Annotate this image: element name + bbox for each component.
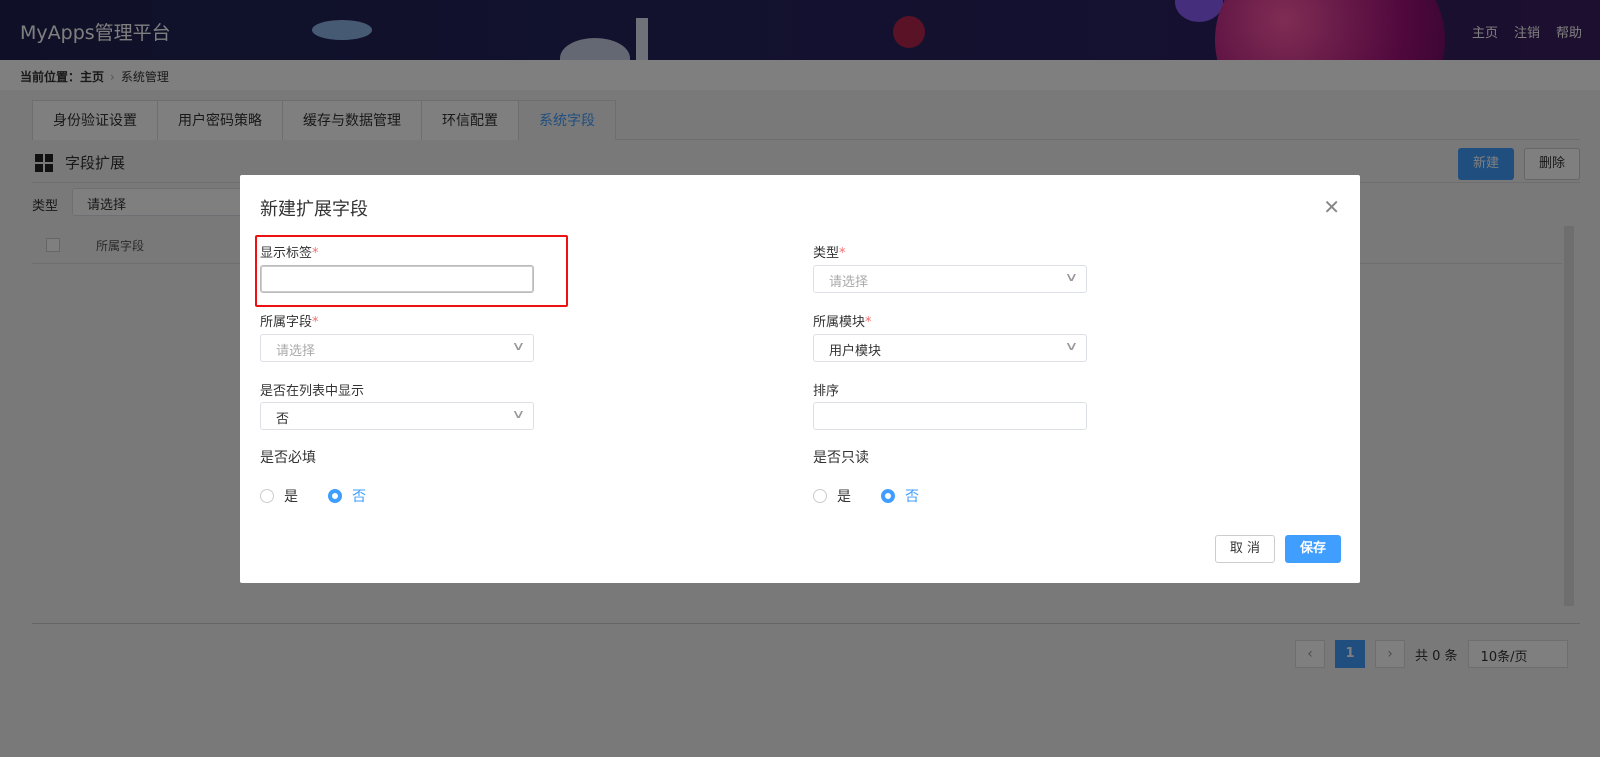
close-icon[interactable]: ✕ [1323, 195, 1340, 219]
field-select[interactable]: 请选择 ∨ [260, 334, 534, 362]
module-label: 所属模块* [813, 315, 872, 330]
chevron-down-icon: ∨ [1064, 270, 1079, 284]
chevron-down-icon: ∨ [511, 339, 526, 353]
sort-label: 排序 [813, 384, 840, 399]
new-field-dialog: 新建扩展字段 ✕ 显示标签* 类型* 请选择 ∨ 所属字段* 请选择 ∨ 所属模块*… [240, 175, 1360, 583]
cancel-button[interactable]: 取 消 [1215, 535, 1275, 563]
readonly-no-radio[interactable]: 否 [881, 486, 919, 506]
type-select[interactable]: 请选择 ∨ [813, 265, 1087, 293]
readonly-label: 是否只读 [813, 450, 869, 466]
display-label-label: 显示标签* [260, 246, 319, 261]
required-no-radio[interactable]: 否 [328, 486, 366, 506]
chevron-down-icon: ∨ [1064, 339, 1079, 353]
chevron-down-icon: ∨ [511, 407, 526, 421]
show-in-list-label: 是否在列表中显示 [260, 384, 365, 399]
save-button[interactable]: 保存 [1285, 535, 1341, 563]
required-label: 是否必填 [260, 450, 316, 466]
sort-input[interactable] [813, 402, 1087, 430]
field-label: 所属字段* [260, 315, 319, 330]
type-label: 类型* [813, 246, 846, 261]
module-select[interactable]: 用户模块 ∨ [813, 334, 1087, 362]
required-yes-radio[interactable]: 是 [260, 486, 298, 506]
show-in-list-select[interactable]: 否 ∨ [260, 402, 534, 430]
dialog-title: 新建扩展字段 [260, 199, 368, 220]
readonly-yes-radio[interactable]: 是 [813, 486, 851, 506]
display-label-input[interactable] [260, 265, 534, 293]
